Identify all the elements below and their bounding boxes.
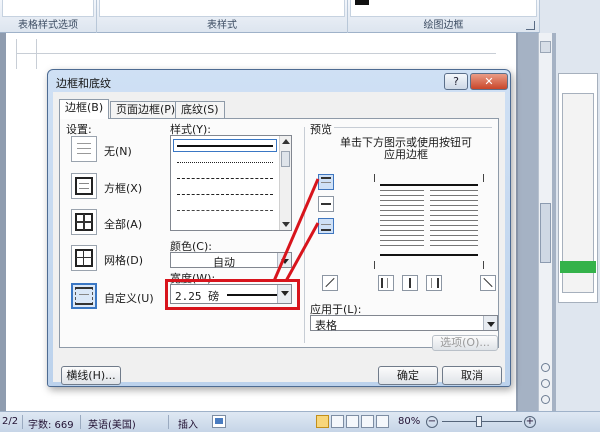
ribbon-group-table-styles: 表样式 [97, 0, 348, 33]
print-layout-view-icon[interactable] [316, 415, 329, 428]
ribbon: 表格样式选项 表样式 绘图边框 [0, 0, 600, 33]
zoom-slider[interactable] [442, 421, 522, 422]
ribbon-group-label: 绘图边框 [423, 20, 464, 31]
tab-shading[interactable]: 底纹(S) [175, 101, 225, 118]
language-indicator[interactable]: 英语(美国) [88, 416, 136, 431]
macro-record-icon[interactable] [212, 415, 226, 428]
close-button[interactable]: ✕ [470, 73, 508, 90]
borders-shading-dialog: 边框和底纹 ? ✕ 边框(B) 页面边框(P) 底纹(S) 设置: 无(N) 方… [47, 69, 511, 387]
reading-view-icon[interactable] [331, 415, 344, 428]
zoom-slider-thumb[interactable] [476, 416, 482, 427]
cancel-button[interactable]: 取消 [442, 366, 502, 385]
borders-panel: 设置: 无(N) 方框(X) 全部(A) 网格(D) 自定义(U) 样式(Y):… [59, 118, 499, 351]
insert-mode[interactable]: 插入 [178, 416, 198, 431]
ok-button[interactable]: 确定 [378, 366, 438, 385]
zoom-out-icon[interactable]: − [426, 416, 438, 428]
annotation-arrows [272, 178, 320, 282]
draft-view-icon[interactable] [376, 415, 389, 428]
horizontal-line-button[interactable]: 横线(H)... [61, 366, 121, 385]
ribbon-group-table-style-options: 表格样式选项 [0, 0, 97, 33]
dialog-launcher-icon[interactable] [526, 21, 535, 30]
tab-page-border[interactable]: 页面边框(P) [110, 101, 182, 118]
status-bar: 2/2 字数: 669 英语(美国) 插入 80% − + [0, 411, 600, 432]
zoom-level[interactable]: 80% [398, 416, 420, 427]
word-count[interactable]: 字数: 669 [28, 416, 74, 431]
outline-view-icon[interactable] [361, 415, 374, 428]
dialog-title: 边框和底纹 [56, 77, 111, 90]
ribbon-group-label: 表格样式选项 [18, 20, 78, 31]
page-count[interactable]: 2/2 [2, 416, 18, 427]
tab-borders[interactable]: 边框(B) [59, 99, 110, 119]
outer-panel [556, 33, 600, 411]
zoom-in-icon[interactable]: + [524, 416, 536, 428]
vertical-scrollbar[interactable] [538, 33, 552, 411]
web-layout-view-icon[interactable] [346, 415, 359, 428]
ribbon-group-draw-borders: 绘图边框 [348, 0, 540, 33]
ribbon-group-label: 表样式 [207, 20, 237, 31]
help-button[interactable]: ? [444, 73, 468, 90]
dialog-client: 边框(B) 页面边框(P) 底纹(S) 设置: 无(N) 方框(X) 全部(A)… [53, 92, 505, 385]
